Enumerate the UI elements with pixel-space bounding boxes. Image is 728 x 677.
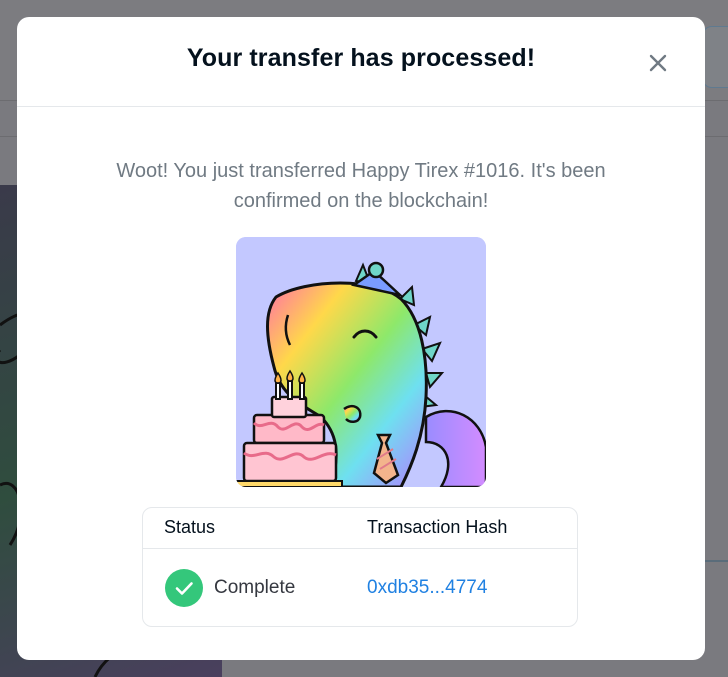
transaction-hash-column-header: Transaction Hash	[367, 517, 508, 537]
dinosaur-birthday-cake-art	[236, 237, 486, 487]
transfer-success-modal: Your transfer has processed! Woot! You j…	[17, 17, 705, 660]
checkmark-icon	[175, 582, 193, 595]
status-value: Complete	[214, 577, 296, 598]
close-icon	[649, 54, 667, 72]
transaction-status-table: Status Transaction Hash Complete 0xdb35.…	[142, 507, 578, 627]
table-header-row: Status Transaction Hash	[143, 508, 577, 549]
modal-title: Your transfer has processed!	[186, 44, 536, 72]
table-row: Complete 0xdb35...4774	[143, 549, 577, 627]
transfer-message: Woot! You just transferred Happy Tirex #…	[116, 160, 606, 212]
transaction-hash-link[interactable]: 0xdb35...4774	[367, 577, 487, 599]
background-header-button	[702, 26, 728, 88]
success-badge	[165, 569, 203, 607]
nft-image	[236, 237, 486, 487]
modal-header: Your transfer has processed!	[17, 17, 705, 107]
close-button[interactable]	[646, 51, 670, 75]
background-chart-line	[705, 560, 728, 562]
status-column-header: Status	[164, 517, 216, 537]
